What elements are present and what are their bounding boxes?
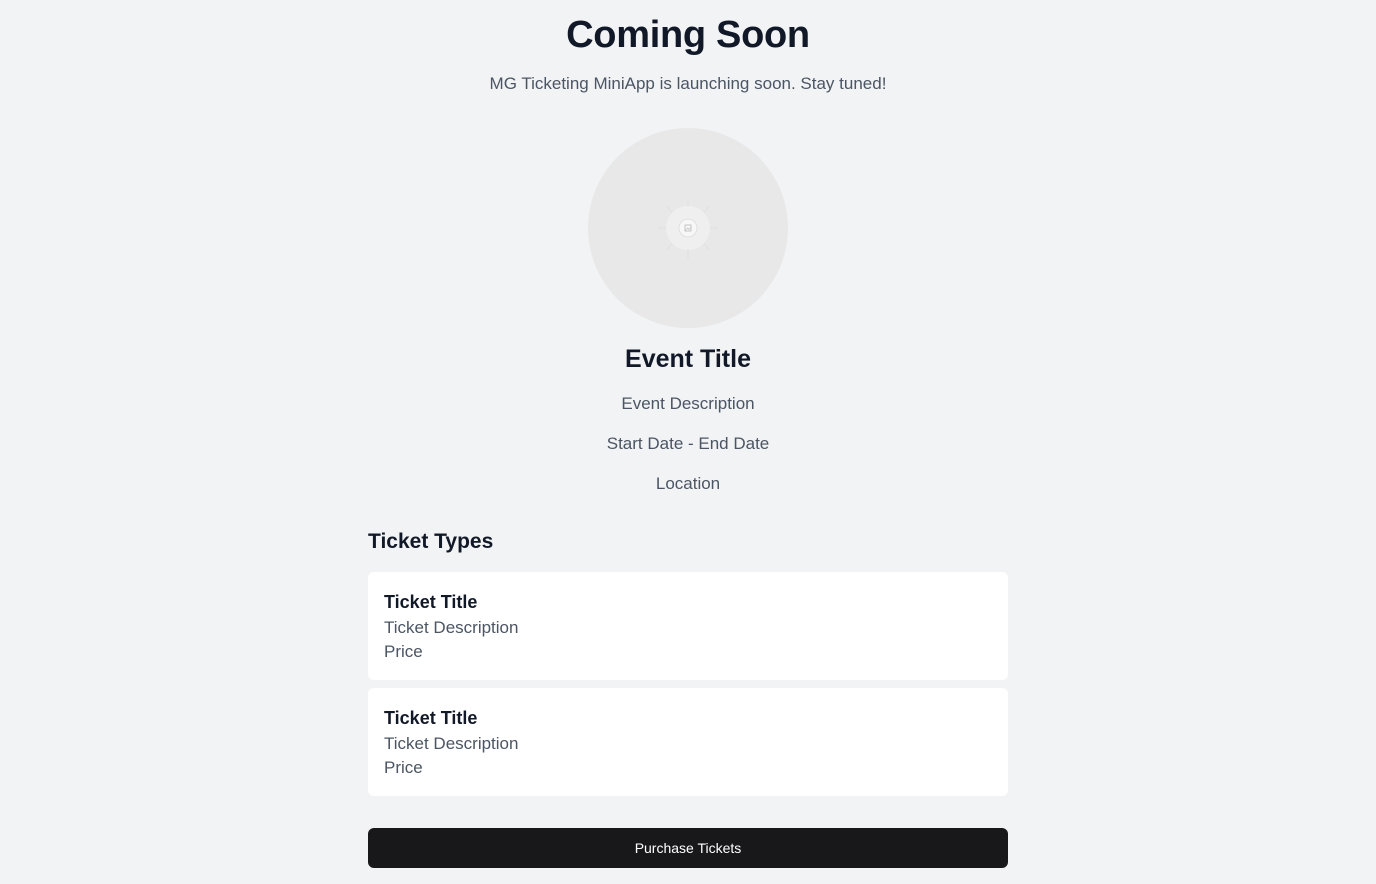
event-location: Location (655, 474, 721, 493)
ticket-title: Ticket Title (384, 592, 478, 612)
ticket-description: Ticket Description (384, 618, 519, 637)
page-title: Coming Soon (566, 14, 810, 56)
ticket-card[interactable]: Ticket Title Ticket Description Price (368, 572, 1008, 680)
image-placeholder-icon (658, 198, 718, 258)
ticket-price: Price (384, 758, 423, 777)
event-dates: Start Date - End Date (606, 434, 770, 453)
ticket-title: Ticket Title (384, 708, 478, 728)
event-title: Event Title (625, 345, 751, 373)
event-image (588, 128, 788, 328)
ticket-price: Price (384, 642, 423, 661)
coming-soon-page: Coming Soon MG Ticketing MiniApp is laun… (0, 0, 1376, 884)
purchase-tickets-button[interactable]: Purchase Tickets (368, 828, 1008, 868)
event-description: Event Description (621, 394, 755, 413)
ticket-card[interactable]: Ticket Title Ticket Description Price (368, 688, 1008, 796)
ticket-description: Ticket Description (384, 734, 519, 753)
page-subtitle: MG Ticketing MiniApp is launching soon. … (489, 74, 887, 93)
ticket-types-heading: Ticket Types (368, 530, 494, 553)
